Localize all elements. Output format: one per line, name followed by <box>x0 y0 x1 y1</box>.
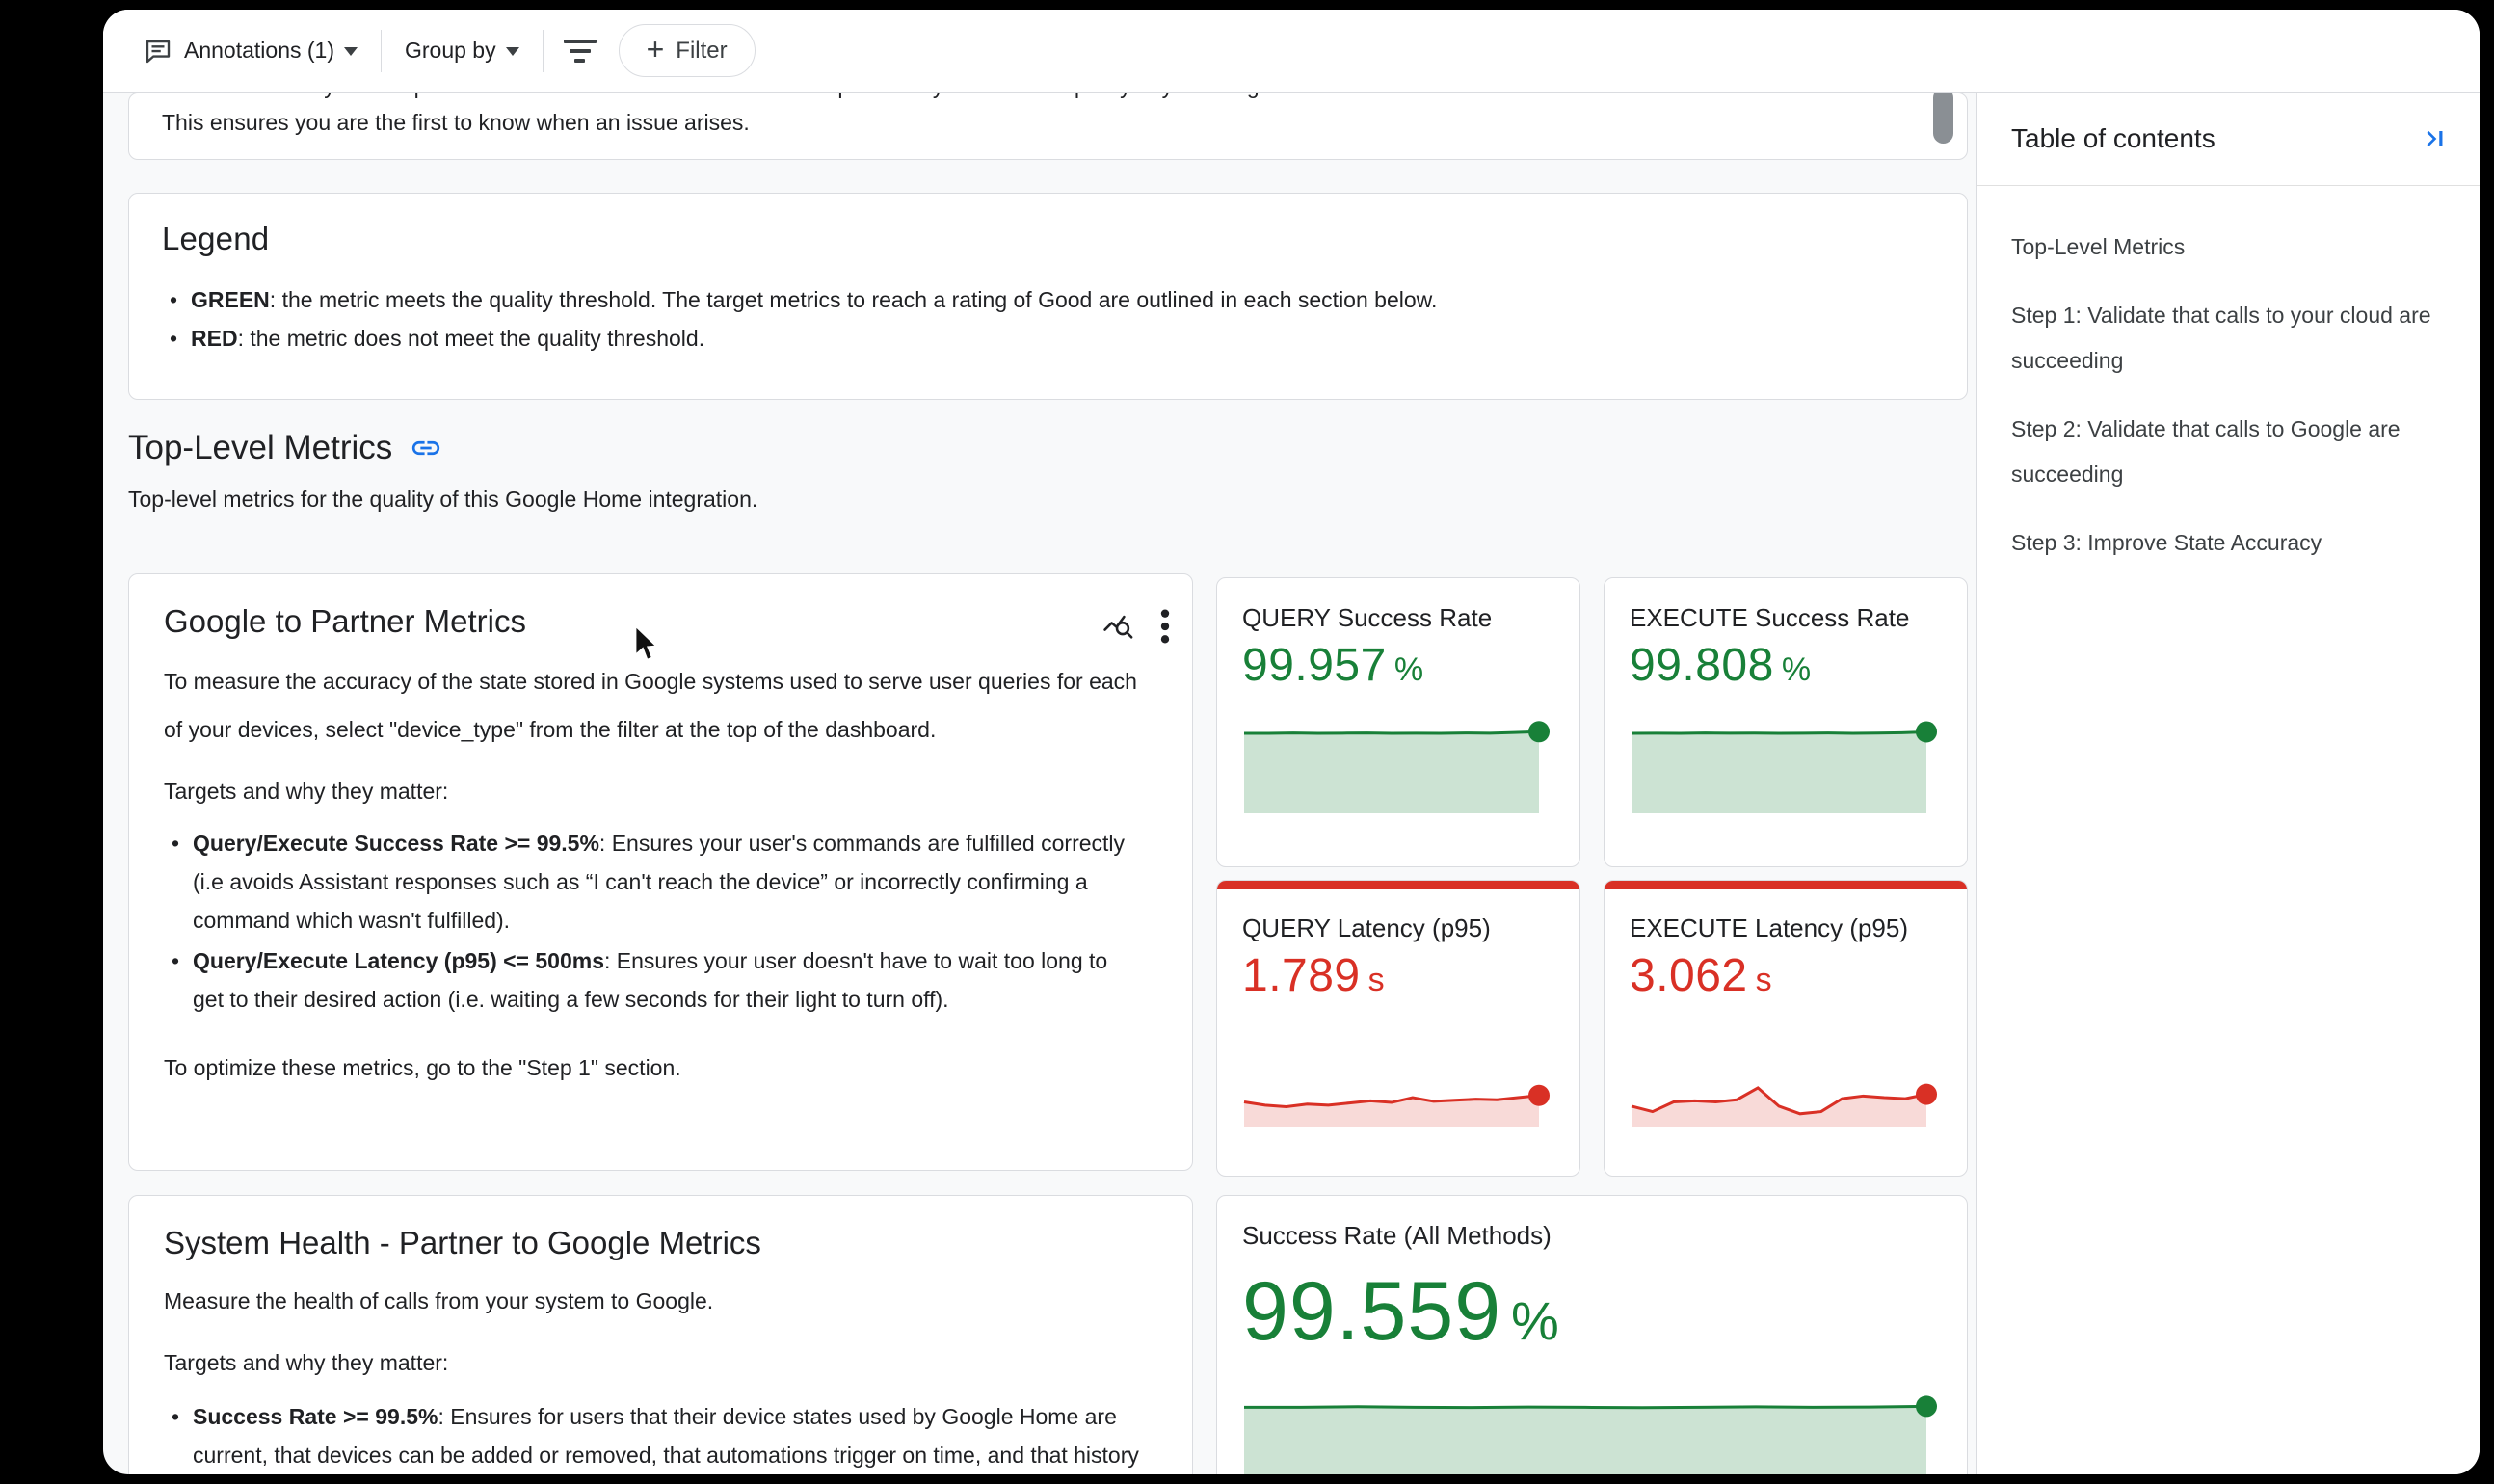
alert-status-bar <box>1605 881 1967 889</box>
card-title: System Health - Partner to Google Metric… <box>164 1225 1157 1261</box>
comment-icon <box>142 35 174 67</box>
card-scrollbar-thumb[interactable] <box>1933 93 1953 144</box>
legend-item: RED: the metric does not meet the qualit… <box>162 319 1934 358</box>
card-footer-note: To optimize these metrics, go to the "St… <box>164 1055 1157 1081</box>
kebab-menu-icon[interactable] <box>1159 607 1171 646</box>
metric-tile-execute-success[interactable]: EXECUTE Success Rate 99.808% <box>1604 577 1968 867</box>
targets-list: Success Rate >= 99.5%: Ensures for users… <box>164 1397 1147 1474</box>
sparkline-chart <box>1630 1068 1942 1127</box>
toc-item[interactable]: Step 2: Validate that calls to Google ar… <box>2011 407 2450 497</box>
legend-title: Legend <box>162 221 1934 257</box>
mouse-cursor <box>631 624 664 668</box>
system-health-card: System Health - Partner to Google Metric… <box>128 1195 1193 1474</box>
toc-item[interactable]: Top-Level Metrics <box>2011 225 2450 270</box>
group-by-dropdown[interactable]: Group by <box>395 25 529 77</box>
metric-unit: % <box>1782 651 1812 688</box>
top-level-metrics-heading: Top-Level Metrics <box>128 429 442 467</box>
alert-status-bar <box>1217 881 1579 889</box>
add-filter-button[interactable]: + Filter <box>619 24 756 77</box>
chevron-down-icon <box>344 47 358 63</box>
toolbar-divider <box>381 30 382 72</box>
legend-card: Legend GREEN: the metric meets the quali… <box>128 193 1968 400</box>
metric-label: QUERY Latency (p95) <box>1217 881 1579 943</box>
target-item: Query/Execute Success Rate >= 99.5%: Ens… <box>164 824 1142 940</box>
section-subtitle: Top-level metrics for the quality of thi… <box>128 487 757 513</box>
metric-unit: s <box>1368 962 1386 998</box>
toolbar-divider <box>543 30 544 72</box>
metric-tile-execute-latency[interactable]: EXECUTE Latency (p95) 3.062s <box>1604 880 1968 1177</box>
notice-text-clipped: We recommend you set up alerts on the me… <box>162 93 1934 102</box>
metric-value: 99.957 <box>1242 640 1387 691</box>
all-methods-success-card[interactable]: Success Rate (All Methods) 99.559% <box>1216 1195 1968 1474</box>
metric-unit: % <box>1511 1290 1560 1351</box>
metric-tile-query-latency[interactable]: QUERY Latency (p95) 1.789s <box>1216 880 1580 1177</box>
toc-items: Top-Level Metrics Step 1: Validate that c… <box>1977 186 2480 566</box>
metric-label: EXECUTE Success Rate <box>1605 578 1967 633</box>
legend-list: GREEN: the metric meets the quality thre… <box>162 280 1934 358</box>
toc-title: Table of contents <box>2011 123 2215 154</box>
filter-list-icon[interactable] <box>557 28 603 74</box>
annotations-label: Annotations (1) <box>184 38 334 64</box>
plus-icon: + <box>647 34 665 65</box>
sparkline-chart <box>1242 1392 1942 1474</box>
metric-unit: % <box>1394 651 1424 688</box>
legend-item: GREEN: the metric meets the quality thre… <box>162 280 1934 319</box>
chevron-down-icon <box>506 47 519 63</box>
card-description: Measure the health of calls from your sy… <box>164 1277 1157 1325</box>
toc-header: Table of contents <box>1977 93 2480 186</box>
metric-value: 3.062 <box>1630 950 1748 1001</box>
target-item: Success Rate >= 99.5%: Ensures for users… <box>164 1397 1147 1474</box>
explore-chart-icon[interactable] <box>1101 610 1134 643</box>
notice-text: This ensures you are the first to know w… <box>162 106 1934 139</box>
sparkline-chart <box>1242 1068 1554 1127</box>
dashboard-toolbar: Annotations (1) Group by + Filter <box>103 10 2480 93</box>
targets-label: Targets and why they matter: <box>164 779 1157 805</box>
notice-card: We recommend you set up alerts on the me… <box>128 93 1968 160</box>
screenshot-stage: Annotations (1) Group by + Filter We rec… <box>0 0 2494 1484</box>
group-by-label: Group by <box>405 38 496 64</box>
metric-unit: s <box>1756 962 1773 998</box>
target-item: Query/Execute Latency (p95) <= 500ms: En… <box>164 941 1142 1019</box>
card-description: To measure the accuracy of the state sto… <box>164 657 1137 754</box>
metric-label: EXECUTE Latency (p95) <box>1605 881 1967 943</box>
toc-item[interactable]: Step 1: Validate that calls to your clou… <box>2011 293 2450 384</box>
app-window: Annotations (1) Group by + Filter We rec… <box>103 10 2480 1474</box>
metric-value: 1.789 <box>1242 950 1361 1001</box>
section-title: Top-Level Metrics <box>128 429 392 467</box>
sparkline-chart <box>1242 725 1554 813</box>
metric-label: Success Rate (All Methods) <box>1242 1221 1942 1251</box>
metric-value: 99.559 <box>1242 1265 1501 1358</box>
sparkline-chart <box>1630 725 1942 813</box>
collapse-right-icon[interactable] <box>2420 123 2451 154</box>
link-icon[interactable] <box>410 432 442 464</box>
targets-label: Targets and why they matter: <box>164 1350 1157 1376</box>
metric-value: 99.808 <box>1630 640 1774 691</box>
annotations-dropdown[interactable]: Annotations (1) <box>132 25 367 77</box>
metric-label: QUERY Success Rate <box>1217 578 1579 633</box>
metric-tile-query-success[interactable]: QUERY Success Rate 99.957% <box>1216 577 1580 867</box>
toc-item[interactable]: Step 3: Improve State Accuracy <box>2011 520 2450 566</box>
table-of-contents-panel: Table of contents Top-Level Metrics Step … <box>1976 93 2480 1474</box>
targets-list: Query/Execute Success Rate >= 99.5%: Ens… <box>164 824 1142 1019</box>
